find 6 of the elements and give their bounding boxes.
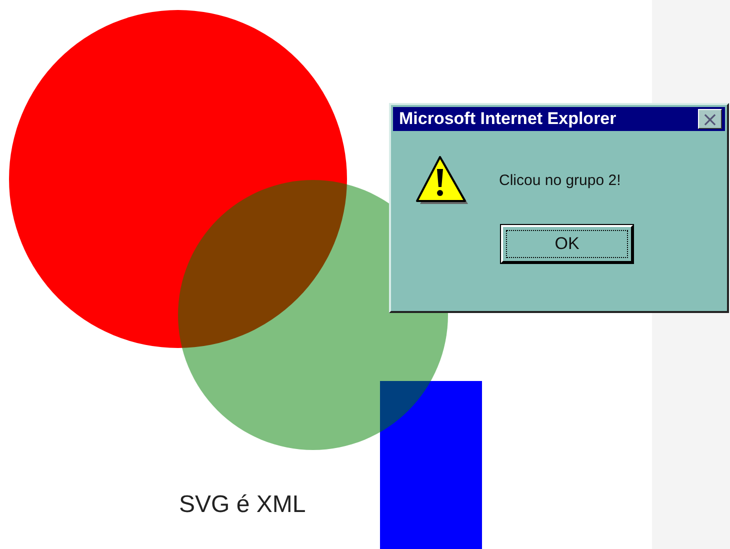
close-button[interactable]: × (698, 109, 722, 129)
dialog-title: Microsoft Internet Explorer (399, 109, 616, 129)
dialog-message: Clicou no grupo 2! (499, 172, 621, 188)
warning-icon (413, 153, 469, 207)
ok-button[interactable]: OK (501, 225, 633, 263)
caption-text: SVG é XML (179, 491, 306, 519)
